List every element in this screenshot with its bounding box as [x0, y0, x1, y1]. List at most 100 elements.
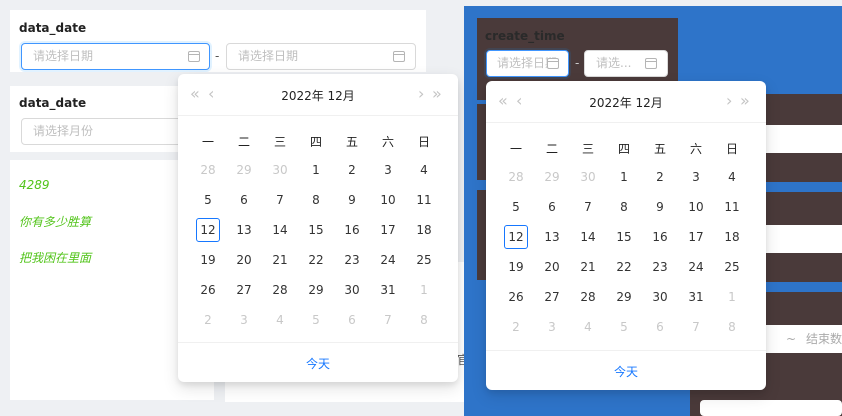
calendar-day-cell[interactable]: 25 [412, 248, 436, 272]
end-date-placeholder: 请选择日期 [238, 49, 299, 63]
calendar-day-cell[interactable]: 28 [196, 158, 220, 182]
calendar-day-cell[interactable]: 7 [376, 308, 400, 332]
calendar-day-cell[interactable]: 31 [376, 278, 400, 302]
calendar-day-cell[interactable]: 7 [576, 195, 600, 219]
calendar-day-cell[interactable]: 8 [612, 195, 636, 219]
end-date-input-2[interactable]: 请选... [584, 50, 668, 77]
calendar-day-cell[interactable]: 24 [376, 248, 400, 272]
calendar-day-cell[interactable]: 2 [340, 158, 364, 182]
calendar-day-cell[interactable]: 9 [648, 195, 672, 219]
calendar-day-cell[interactable]: 1 [412, 278, 436, 302]
start-date-input-2[interactable]: 请选择日期 [486, 50, 569, 77]
calendar-day-cell[interactable]: 22 [304, 248, 328, 272]
today-button-2[interactable]: 今天 [486, 363, 766, 380]
calendar-day-cell[interactable]: 27 [232, 278, 256, 302]
calendar-day-cell[interactable]: 18 [720, 225, 744, 249]
calendar-day-cell[interactable]: 2 [504, 315, 528, 339]
calendar-day-cell[interactable]: 23 [340, 248, 364, 272]
calendar-day-cell[interactable]: 10 [684, 195, 708, 219]
calendar-day-cell[interactable]: 22 [612, 255, 636, 279]
white-bar-1 [760, 125, 842, 153]
calendar-day-cell[interactable]: 5 [304, 308, 328, 332]
month-input[interactable]: 请选择月份 [21, 118, 191, 145]
calendar-day-cell[interactable]: 6 [232, 188, 256, 212]
calendar-day-cell[interactable]: 16 [340, 218, 364, 242]
range-input-partial[interactable]: ~ 结束数 [760, 325, 842, 353]
calendar-day-cell[interactable]: 11 [412, 188, 436, 212]
calendar-day-cell[interactable]: 4 [412, 158, 436, 182]
calendar-day-cell[interactable]: 9 [340, 188, 364, 212]
calendar-day-cell[interactable]: 19 [196, 248, 220, 272]
calendar-day-cell[interactable]: 11 [720, 195, 744, 219]
calendar-day-cell[interactable]: 17 [684, 225, 708, 249]
calendar-day-cell[interactable]: 19 [504, 255, 528, 279]
next-month-icon[interactable]: › [418, 84, 424, 103]
calendar-day-cell[interactable]: 6 [648, 315, 672, 339]
calendar-day-cell[interactable]: 20 [540, 255, 564, 279]
calendar-day-cell[interactable]: 3 [540, 315, 564, 339]
calendar-day-cell[interactable]: 4 [576, 315, 600, 339]
next-year-icon[interactable]: » [740, 91, 750, 110]
calendar-day-cell[interactable]: 26 [504, 285, 528, 309]
calendar-day-cell[interactable]: 2 [196, 308, 220, 332]
calendar-day-cell[interactable]: 14 [576, 225, 600, 249]
calendar-day-cell[interactable]: 25 [720, 255, 744, 279]
calendar-day-cell[interactable]: 16 [648, 225, 672, 249]
calendar-day-cell[interactable]: 18 [412, 218, 436, 242]
calendar-day-cell[interactable]: 27 [540, 285, 564, 309]
end-date-input[interactable]: 请选择日期 [226, 43, 416, 70]
calendar-day-cell[interactable]: 8 [720, 315, 744, 339]
calendar-day-cell[interactable]: 23 [648, 255, 672, 279]
calendar-day-cell[interactable]: 5 [504, 195, 528, 219]
calendar-day-cell[interactable]: 3 [376, 158, 400, 182]
calendar-day-cell[interactable]: 2 [648, 165, 672, 189]
calendar-day-cell[interactable]: 13 [232, 218, 256, 242]
next-month-icon[interactable]: › [726, 91, 732, 110]
calendar-day-cell[interactable]: 12 [504, 225, 528, 249]
start-date-input[interactable]: 请选择日期 [21, 43, 210, 70]
calendar-day-cell[interactable]: 28 [576, 285, 600, 309]
calendar-day-cell[interactable]: 7 [268, 188, 292, 212]
weekday-header: 二 [545, 142, 558, 156]
calendar-day-cell[interactable]: 5 [196, 188, 220, 212]
weekday-header: 四 [309, 135, 322, 149]
calendar-day-cell[interactable]: 30 [268, 158, 292, 182]
calendar-day-cell[interactable]: 4 [720, 165, 744, 189]
calendar-day-cell[interactable]: 1 [304, 158, 328, 182]
calendar-day-cell[interactable]: 28 [504, 165, 528, 189]
calendar-day-cell[interactable]: 20 [232, 248, 256, 272]
calendar-day-cell[interactable]: 6 [540, 195, 564, 219]
calendar-day-cell[interactable]: 31 [684, 285, 708, 309]
calendar-day-cell[interactable]: 29 [304, 278, 328, 302]
calendar-day-cell[interactable]: 3 [232, 308, 256, 332]
calendar-day-cell[interactable]: 30 [340, 278, 364, 302]
calendar-day-cell[interactable]: 29 [612, 285, 636, 309]
calendar-day-cell[interactable]: 3 [684, 165, 708, 189]
next-year-icon[interactable]: » [432, 84, 442, 103]
calendar-day-cell[interactable]: 28 [268, 278, 292, 302]
calendar-day-cell[interactable]: 21 [576, 255, 600, 279]
calendar-day-cell[interactable]: 29 [540, 165, 564, 189]
calendar-day-cell[interactable]: 21 [268, 248, 292, 272]
calendar-day-cell[interactable]: 29 [232, 158, 256, 182]
today-button[interactable]: 今天 [178, 355, 458, 372]
calendar-day-cell[interactable]: 30 [576, 165, 600, 189]
calendar-day-cell[interactable]: 4 [268, 308, 292, 332]
calendar-day-cell[interactable]: 1 [612, 165, 636, 189]
calendar-day-cell[interactable]: 15 [612, 225, 636, 249]
calendar-day-cell[interactable]: 8 [304, 188, 328, 212]
calendar-day-cell[interactable]: 15 [304, 218, 328, 242]
calendar-day-cell[interactable]: 1 [720, 285, 744, 309]
calendar-day-cell[interactable]: 5 [612, 315, 636, 339]
calendar-day-cell[interactable]: 24 [684, 255, 708, 279]
calendar-day-cell[interactable]: 6 [340, 308, 364, 332]
calendar-day-cell[interactable]: 8 [412, 308, 436, 332]
calendar-day-cell[interactable]: 10 [376, 188, 400, 212]
calendar-day-cell[interactable]: 13 [540, 225, 564, 249]
calendar-day-cell[interactable]: 26 [196, 278, 220, 302]
calendar-day-cell[interactable]: 30 [648, 285, 672, 309]
calendar-day-cell[interactable]: 7 [684, 315, 708, 339]
calendar-day-cell[interactable]: 17 [376, 218, 400, 242]
calendar-day-cell[interactable]: 14 [268, 218, 292, 242]
calendar-day-cell[interactable]: 12 [196, 218, 220, 242]
